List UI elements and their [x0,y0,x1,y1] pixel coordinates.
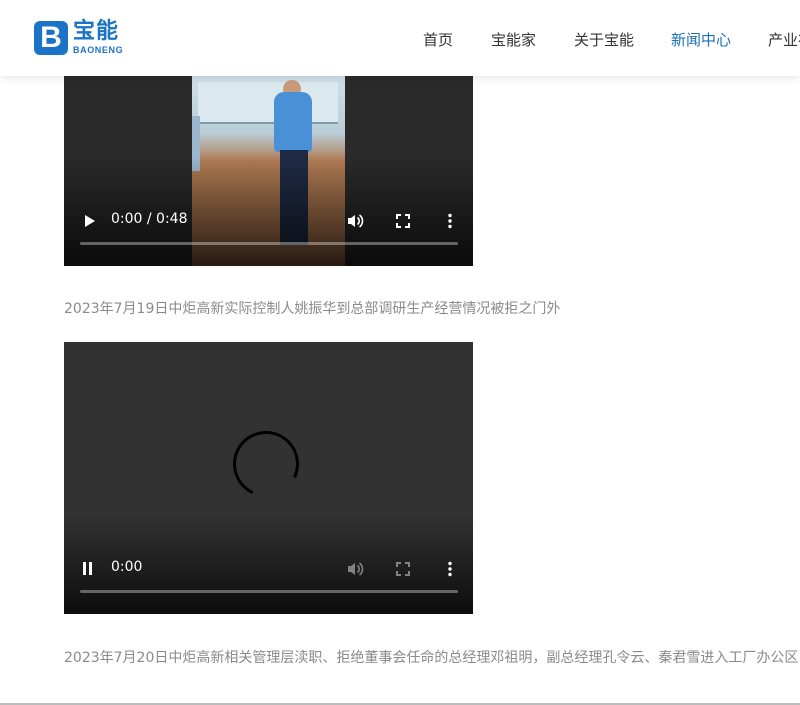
nav-home[interactable]: 首页 [423,29,453,50]
more-options-icon[interactable] [441,560,459,578]
video-controls: 0:00 [64,552,473,612]
pause-icon[interactable] [83,562,93,575]
video-progress-bar[interactable] [80,590,458,593]
nav-baoneng-home[interactable]: 宝能家 [491,29,536,50]
nav-news-center[interactable]: 新闻中心 [671,29,731,50]
loading-spinner-icon [223,421,309,507]
fullscreen-icon[interactable] [394,560,412,578]
play-icon[interactable] [85,215,95,227]
video-controls: 0:00 / 0:48 [64,204,473,264]
site-header: B 宝能 BAONENG 首页 宝能家 关于宝能 新闻中心 产业布局 [0,0,800,76]
volume-icon[interactable] [346,560,364,578]
nav-about[interactable]: 关于宝能 [574,29,634,50]
video-time: 0:00 [111,559,143,575]
main-nav: 首页 宝能家 关于宝能 新闻中心 产业布局 [0,0,800,76]
volume-icon[interactable] [346,212,364,230]
video-time: 0:00 / 0:48 [111,211,188,227]
video-progress-bar[interactable] [80,242,458,245]
video-player-2[interactable]: 0:00 [64,342,473,614]
nav-industry[interactable]: 产业布局 [768,29,800,50]
fullscreen-icon[interactable] [394,212,412,230]
video-player-1[interactable]: 0:00 / 0:48 [64,76,473,266]
video-caption-2: 2023年7月20日中炬高新相关管理层渎职、拒绝董事会任命的总经理邓祖明，副总经… [64,650,799,666]
video-caption-1: 2023年7月19日中炬高新实际控制人姚振华到总部调研生产经营情况被拒之门外 [64,301,561,317]
more-options-icon[interactable] [441,212,459,230]
